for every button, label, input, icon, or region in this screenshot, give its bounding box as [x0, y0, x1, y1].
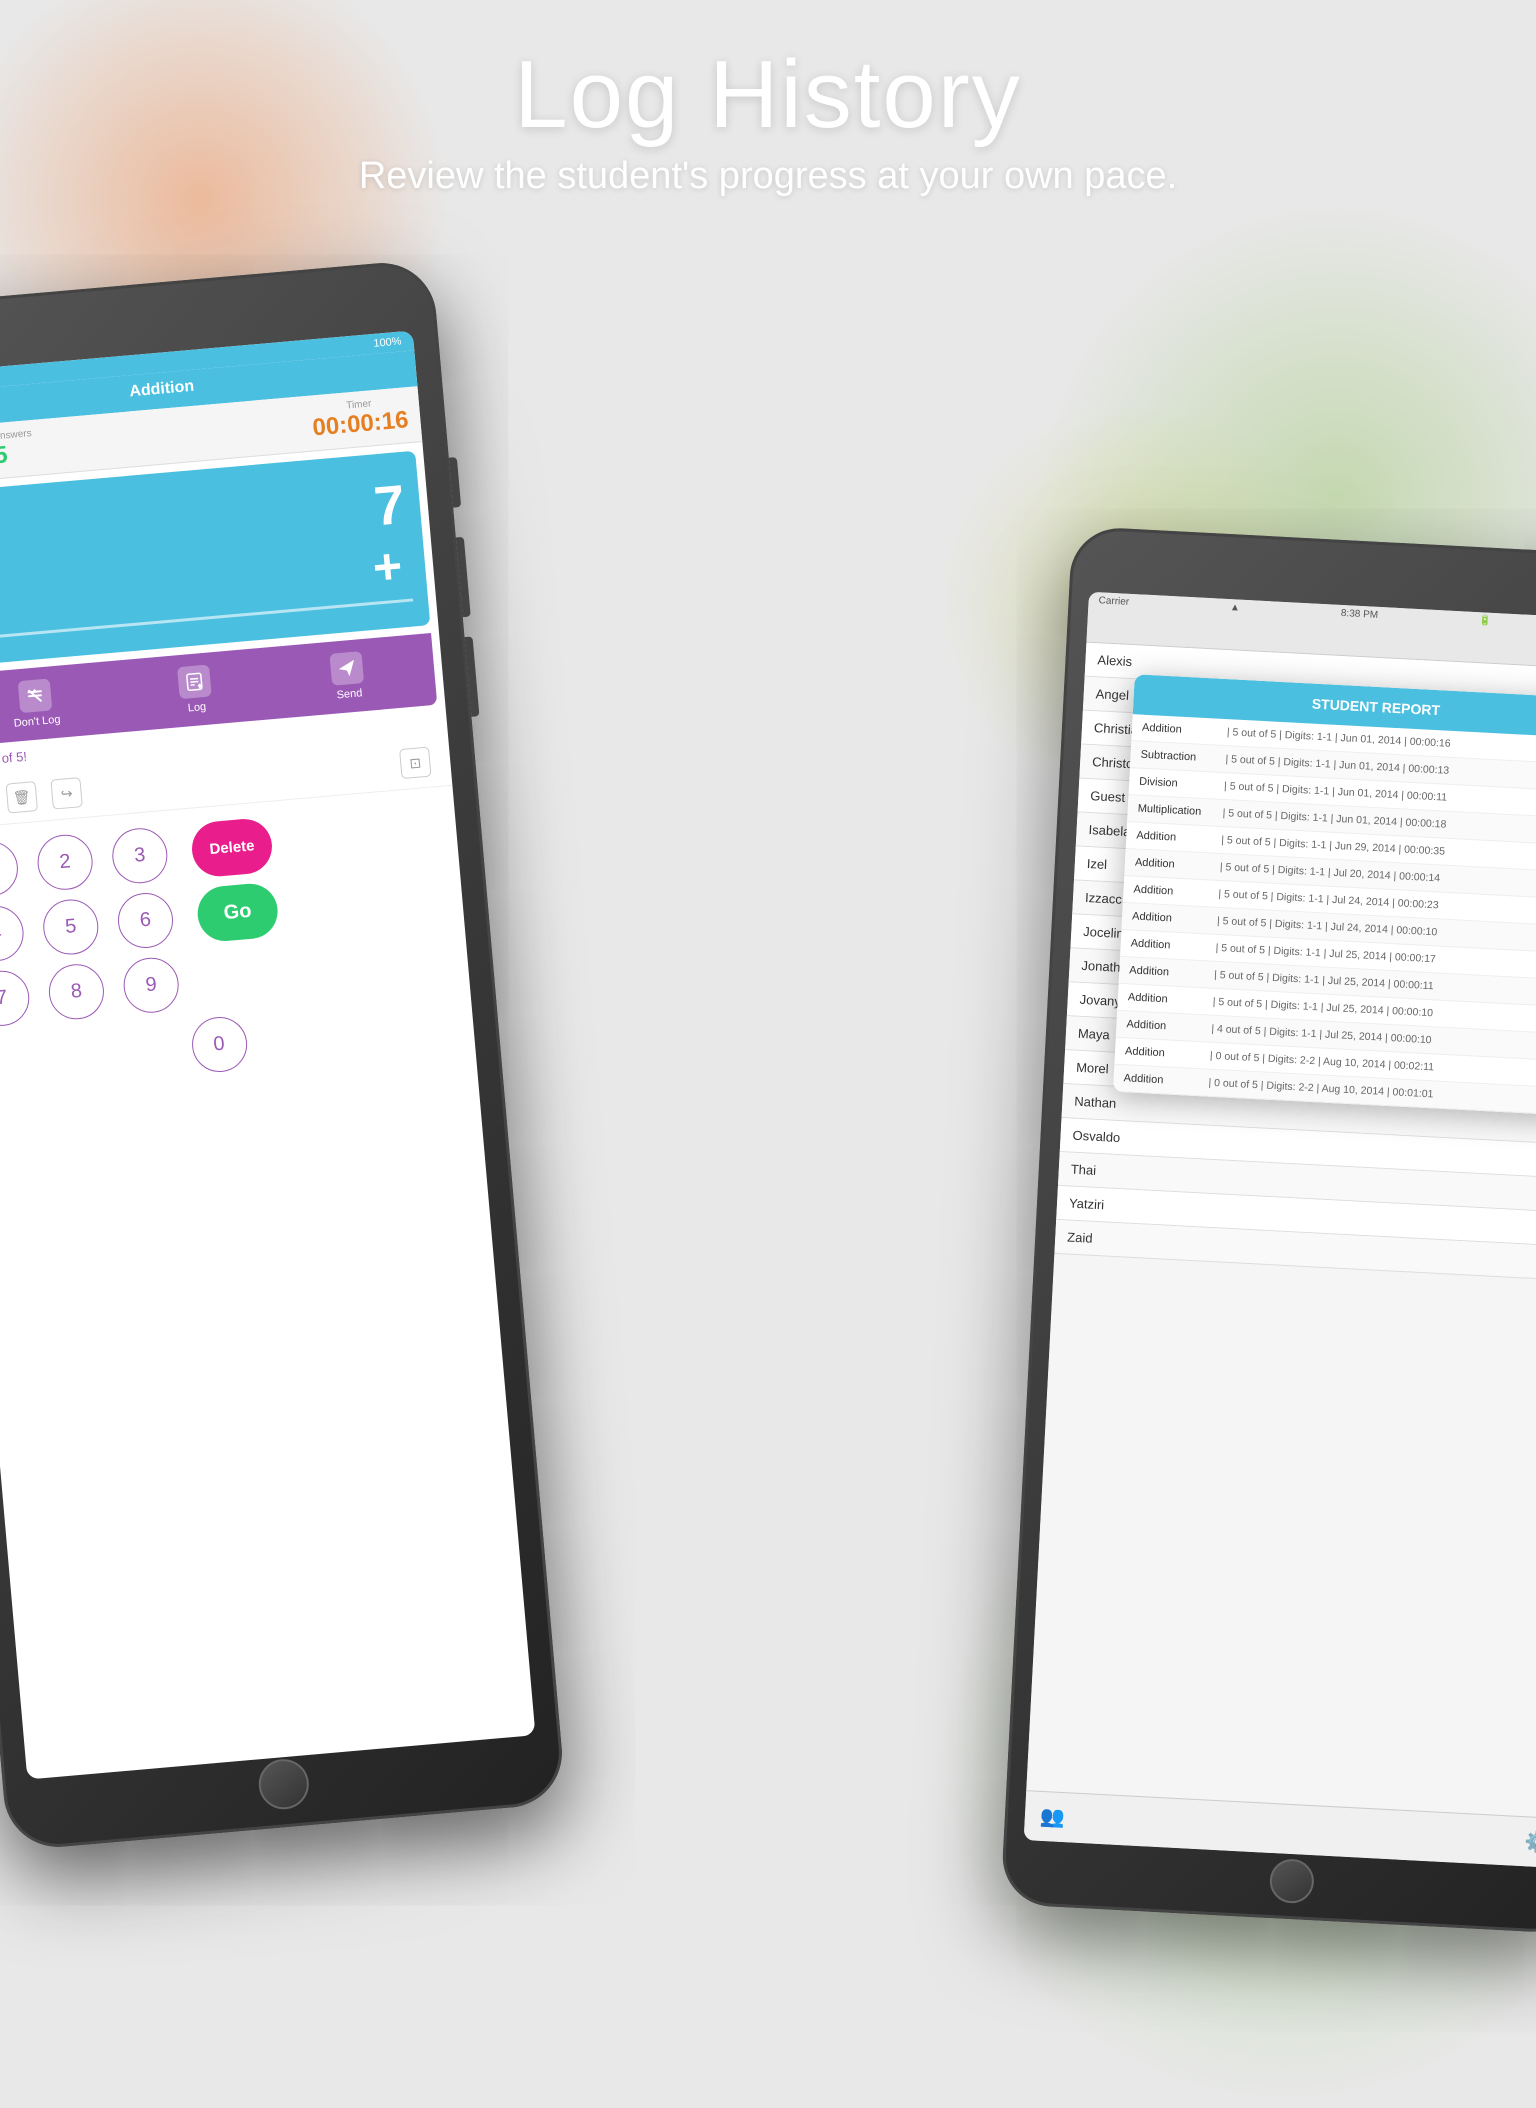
report-details: | 5 out of 5 | Digits: 1-1 | Jun 01, 201…: [1224, 780, 1448, 804]
num-btn-0[interactable]: 0: [189, 1015, 249, 1075]
send-label: Send: [336, 687, 363, 701]
ipad-left-nav-title: Addition: [129, 378, 195, 401]
stat-answers-value: 5: [0, 441, 9, 470]
report-subject: Addition: [1135, 857, 1221, 873]
student-name: Nathan: [1074, 1094, 1117, 1111]
num-btn-8[interactable]: 8: [47, 962, 107, 1022]
delete-button[interactable]: Delete: [190, 817, 274, 879]
report-rows: Addition| 5 out of 5 | Digits: 1-1 | Jun…: [1113, 714, 1536, 1117]
header: Log History Review the student's progres…: [0, 40, 1536, 198]
ipad-left-screen: 8:58 PM 100% Addition s Left 5 Good Answ…: [0, 330, 535, 1779]
student-name: Osvaldo: [1072, 1128, 1120, 1145]
trash-button[interactable]: 🗑: [6, 781, 39, 814]
report-subject: Addition: [1129, 964, 1215, 980]
student-name: Angel: [1095, 686, 1129, 703]
math-problem-area: 7 +: [0, 451, 430, 668]
report-details: | 0 out of 5 | Digits: 2-2 | Aug 10, 201…: [1208, 1077, 1433, 1101]
report-title: STUDENT REPORT: [1311, 696, 1440, 719]
student-name: Morel: [1076, 1060, 1109, 1077]
log-icon: [177, 664, 212, 699]
ipad-right-home-button[interactable]: [1269, 1858, 1315, 1904]
result-text-content: ght out of 5!: [0, 749, 28, 770]
report-subject: Addition: [1128, 991, 1214, 1007]
redo-button[interactable]: ↪: [50, 777, 83, 810]
report-subject: Addition: [1133, 883, 1219, 899]
right-settings-icon[interactable]: ⚙️: [1524, 1829, 1536, 1855]
report-details: | 5 out of 5 | Digits: 1-1 | Jul 24, 201…: [1218, 888, 1439, 912]
right-students-icon[interactable]: 👥: [1039, 1804, 1065, 1830]
page-title: Log History: [0, 40, 1536, 150]
report-subject: Subtraction: [1140, 749, 1226, 765]
student-name: Izzacc: [1085, 890, 1123, 907]
dont-log-label: Don't Log: [13, 714, 61, 730]
report-details: | 5 out of 5 | Digits: 1-1 | Jun 01, 201…: [1227, 726, 1451, 750]
send-icon: [330, 651, 365, 686]
right-time: 8:38 PM: [1341, 608, 1379, 621]
right-wifi-icon: ▲: [1230, 602, 1240, 614]
ipad-left-stat-answers: Good Answers 5: [0, 428, 35, 473]
report-details: | 0 out of 5 | Digits: 2-2 | Aug 10, 201…: [1210, 1050, 1435, 1074]
report-subject: Addition: [1126, 1018, 1212, 1034]
report-details: | 4 out of 5 | Digits: 1-1 | Jul 25, 201…: [1211, 1023, 1432, 1047]
report-subject: Addition: [1123, 1072, 1209, 1088]
report-details: | 5 out of 5 | Digits: 1-1 | Jul 25, 201…: [1214, 969, 1434, 992]
math-operator: +: [370, 536, 404, 596]
student-name: Jovany: [1079, 992, 1121, 1009]
student-name: Isabela: [1088, 822, 1131, 839]
send-action[interactable]: Send: [330, 651, 366, 702]
report-details: | 5 out of 5 | Digits: 1-1 | Jun 01, 201…: [1222, 807, 1446, 831]
num-btn-6[interactable]: 6: [116, 891, 176, 951]
ipad-right: Carrier ▲ 8:38 PM 🔋 100% 👤 Alexis›Angel›…: [1000, 526, 1536, 1934]
report-subject: Addition: [1132, 910, 1218, 926]
report-details: | 5 out of 5 | Digits: 1-1 | Jul 20, 201…: [1220, 861, 1441, 885]
report-subject: Multiplication: [1137, 803, 1223, 819]
report-details: | 5 out of 5 | Digits: 1-1 | Jun 29, 201…: [1221, 834, 1445, 858]
num-btn-1[interactable]: 1: [0, 839, 20, 899]
student-name: Guest: [1090, 788, 1125, 805]
ipad-left-timer: Timer 00:00:16: [310, 395, 409, 442]
dont-log-icon: [18, 678, 53, 713]
numpad-area: 1 2 3 Delete 4 5 6 Go 7 8 9 0: [0, 786, 477, 1109]
student-name: Maya: [1078, 1026, 1111, 1043]
num-btn-4[interactable]: 4: [0, 904, 26, 964]
go-button[interactable]: Go: [195, 882, 279, 944]
report-subject: Addition: [1125, 1045, 1211, 1061]
num-btn-9[interactable]: 9: [121, 955, 181, 1015]
student-name: Yatziri: [1069, 1196, 1105, 1213]
ipad-left-battery: 100%: [373, 335, 402, 349]
num-btn-7[interactable]: 7: [0, 969, 32, 1029]
student-name: Thai: [1070, 1162, 1096, 1178]
num-btn-2[interactable]: 2: [35, 832, 95, 892]
ipad-left: 8:58 PM 100% Addition s Left 5 Good Answ…: [0, 259, 566, 1852]
ipad-right-screen: Carrier ▲ 8:38 PM 🔋 100% 👤 Alexis›Angel›…: [1024, 592, 1536, 1869]
math-number1: 7: [371, 472, 407, 538]
student-report-modal: STUDENT REPORT ✕ Addition| 5 out of 5 | …: [1113, 674, 1536, 1117]
ipad-left-home-button[interactable]: [257, 1757, 311, 1811]
num-btn-3[interactable]: 3: [110, 826, 170, 886]
student-name: Izel: [1086, 856, 1107, 872]
log-action[interactable]: Log: [177, 664, 213, 715]
dont-log-action[interactable]: Don't Log: [10, 678, 61, 730]
right-carrier: Carrier: [1098, 595, 1129, 608]
report-subject: Division: [1139, 776, 1225, 792]
report-details: | 5 out of 5 | Digits: 1-1 | Jul 24, 201…: [1217, 915, 1438, 939]
student-name: Alexis: [1097, 652, 1132, 669]
report-subject: Addition: [1142, 722, 1228, 738]
report-details: | 5 out of 5 | Digits: 1-1 | Jun 01, 201…: [1225, 753, 1449, 777]
report-details: | 5 out of 5 | Digits: 1-1 | Jul 25, 201…: [1212, 996, 1433, 1020]
student-name: Jocelin: [1083, 924, 1124, 941]
page-subtitle: Review the student's progress at your ow…: [0, 155, 1536, 198]
report-subject: Addition: [1130, 937, 1216, 953]
select-button[interactable]: ⊡: [399, 747, 432, 780]
num-btn-5[interactable]: 5: [41, 897, 101, 957]
log-label: Log: [187, 701, 206, 715]
report-details: | 5 out of 5 | Digits: 1-1 | Jul 25, 201…: [1215, 942, 1436, 966]
timer-value: 00:00:16: [311, 406, 409, 442]
student-name: Zaid: [1067, 1229, 1093, 1245]
report-subject: Addition: [1136, 830, 1222, 846]
right-battery-icon: 🔋: [1479, 615, 1492, 627]
